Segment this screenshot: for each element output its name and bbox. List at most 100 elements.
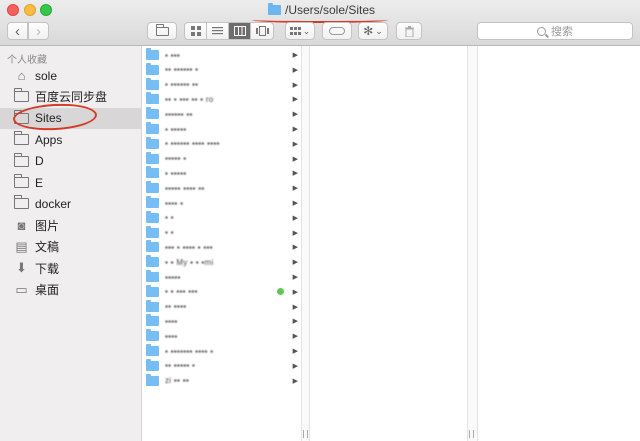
folder-icon [14,195,29,210]
column-empty[interactable] [478,46,640,441]
list-item[interactable]: ▪▪▪▪▪ ▪ ▶ [146,151,298,166]
folder-name: ▪▪▪▪▪ [165,272,181,282]
sidebar-item-d[interactable]: D [0,151,142,172]
list-item[interactable]: ▪ ▪▪▪ ▶ [146,48,298,62]
list-item[interactable]: ▪▪▪▪ ▶ [146,314,298,328]
list-item[interactable]: ▪ ▪▪▪▪▪▪ ▪▪ ▶ [146,77,298,92]
list-item[interactable]: ▪▪▪▪▪ ▶ [146,270,298,284]
document-icon: ▤ [15,238,28,254]
folder-name: ▪▪▪▪ [165,316,178,326]
list-item[interactable]: ▪▪ ▪▪▪▪▪ ▪ ▶ [146,358,298,373]
column-view-icon[interactable] [229,23,251,39]
disclosure-arrow-icon: ▶ [292,155,298,163]
arrange-grid-icon [289,26,301,35]
desktop-icon: ▭ [15,281,28,297]
list-item[interactable]: ▪▪▪▪▪ ▪▪▪▪ ▪▪ ▶ [146,181,298,195]
folder-icon [14,174,29,189]
column-resize-handle[interactable] [468,46,478,441]
action-button[interactable]: ✻ ⌄ [358,22,388,40]
list-item[interactable]: ▪▪▪▪ ▶ [146,329,298,343]
camera-icon: ◙ [17,217,26,233]
folder-name: ▪▪▪▪▪ ▪ [165,154,187,164]
folder-icon [146,62,159,75]
tags-button[interactable] [322,22,352,40]
folder-name: ▪▪▪▪ ▪ [165,198,184,208]
sidebar-item-e[interactable]: E [0,172,142,193]
minimize-window-button[interactable] [24,4,36,16]
back-button[interactable]: ‹ [7,22,28,40]
list-item[interactable]: ▪ ▪ ▶ [146,225,298,240]
gear-icon: ✻ [363,24,374,38]
view-mode-control[interactable] [184,22,274,40]
search-placeholder: 搜索 [551,26,573,38]
sidebar-item-sole[interactable]: ⌂ sole [0,65,142,86]
sidebar: 个人收藏 ⌂ sole 百度云同步盘 Sites Apps D Edocker ◙ 图片 ▤ 文稿 ⬇… [0,46,142,441]
list-item[interactable]: ▪▪ ▪ ▪▪▪ ▪▪ ▪ ro ▶ [146,92,298,106]
sidebar-item-label: sole [35,68,58,83]
column-resize-handle[interactable] [302,46,310,441]
disclosure-arrow-icon: ▶ [292,140,298,148]
list-item[interactable]: ▪ ▪▪▪▪▪▪▪ ▪▪▪▪ ▪ ▶ [146,344,298,358]
window-title: /Users/sole/Sites [285,3,376,17]
sidebar-item-docker[interactable]: docker [0,193,142,214]
disclosure-arrow-icon: ▶ [292,348,298,355]
close-window-button[interactable] [7,4,19,16]
column-sites-contents[interactable]: ▪ ▪▪▪ ▶ ▪▪ ▪▪▪▪▪▪ ▪ ▶ ▪ ▪▪▪▪▪▪ ▪▪ ▶ ▪▪ ▪ ▪▪▪ ▪… [142,46,302,441]
disclosure-arrow-icon: ▶ [292,229,298,237]
delete-button[interactable] [396,22,422,40]
download-icon: ⬇ [16,260,27,276]
list-item[interactable]: ▪ ▪▪▪▪▪ ▶ [146,122,298,136]
list-item[interactable]: ▪ ▪ My ▪ ▪ ▪mi ▶ [146,255,298,269]
folder-name: ▪ ▪▪▪▪▪ [165,168,187,178]
search-field[interactable]: 搜索 [477,22,633,40]
list-item[interactable]: ▪ ▪ ▶ [146,210,298,225]
list-item[interactable]: ▪ ▪▪▪▪▪▪ ▪▪▪▪ ▪▪▪▪ ▶ [146,136,298,151]
sidebar-item-下载[interactable]: ⬇ 下载 [0,258,142,279]
list-item[interactable]: ▪▪ ▪▪▪▪ ▶ [146,299,298,314]
new-folder-button[interactable] [147,22,177,40]
disclosure-arrow-icon: ▶ [292,52,298,59]
folder-name: ▪▪▪▪▪ ▪▪▪▪ ▪▪ [165,183,205,193]
column-empty[interactable] [310,46,468,441]
disclosure-arrow-icon: ▶ [292,81,298,89]
list-item[interactable]: ▪ ▪ ▪▪▪ ▪▪▪ ▶ [146,284,298,299]
arrange-button[interactable]: ⌄ [285,22,315,40]
disclosure-arrow-icon: ▶ [292,214,298,222]
list-item[interactable]: zi ▪▪ ▪▪ ▶ [146,373,298,388]
sidebar-item-图片[interactable]: ◙ 图片 [0,215,142,236]
folder-name: ▪▪ ▪▪▪▪▪▪ ▪ [165,65,199,75]
list-view-icon[interactable] [207,23,229,39]
sidebar-item-label: 文稿 [35,240,60,255]
new-folder-icon [155,23,169,36]
sidebar-item-桌面[interactable]: ▭ 桌面 [0,279,142,300]
folder-icon [146,314,159,327]
folder-icon [14,152,29,168]
disclosure-arrow-icon: ▶ [292,274,298,281]
icon-view-icon[interactable] [185,23,207,39]
zoom-window-button[interactable] [40,4,52,16]
sidebar-item-label: 桌面 [35,283,60,297]
cover-flow-view-icon[interactable] [251,23,273,39]
folder-name: ▪ ▪ [165,213,174,223]
sidebar-heading-favorites: 个人收藏 [7,55,47,66]
list-item[interactable]: ▪▪▪ ▪ ▪▪▪▪ ▪ ▪▪▪ ▶ [146,240,298,254]
sidebar-item-apps[interactable]: Apps [0,129,142,150]
forward-button[interactable]: › [28,22,49,40]
resize-grip-icon [469,430,474,438]
sidebar-item-文稿[interactable]: ▤ 文稿 [0,236,142,257]
list-item[interactable]: ▪▪▪▪▪▪ ▪▪ ▶ [146,107,298,121]
folder-icon [146,329,159,342]
folder-name: ▪▪▪▪▪▪ ▪▪ [165,109,193,119]
disclosure-arrow-icon: ▶ [292,185,298,193]
list-item[interactable]: ▪▪ ▪▪▪▪▪▪ ▪ ▶ [146,62,298,77]
disclosure-arrow-icon: ▶ [292,111,298,119]
list-item[interactable]: ▪▪▪▪ ▪ ▶ [146,196,298,210]
folder-icon [146,358,159,371]
folder-name: ▪▪▪ ▪ ▪▪▪▪ ▪ ▪▪▪ [165,242,213,252]
list-item[interactable]: ▪ ▪▪▪▪▪ ▶ [146,166,298,180]
folder-icon [146,344,159,356]
green-tag-icon [277,288,284,296]
folder-name: ▪ ▪ My ▪ ▪ ▪mi [165,257,214,267]
folder-icon [146,240,159,253]
home-icon: ⌂ [17,68,26,83]
